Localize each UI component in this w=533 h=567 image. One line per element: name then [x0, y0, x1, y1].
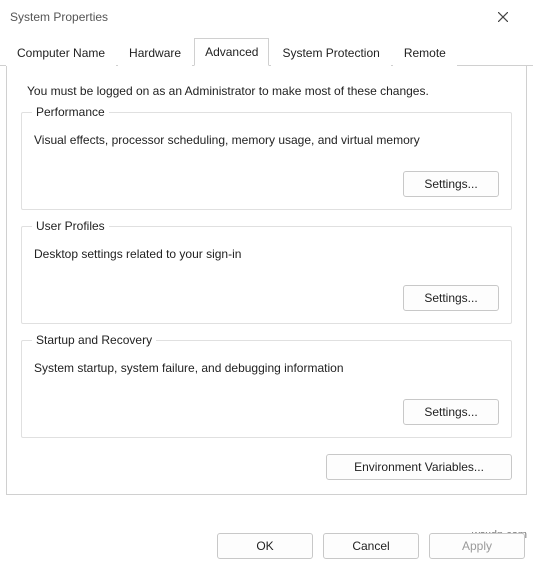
- tab-remote[interactable]: Remote: [393, 39, 457, 66]
- group-performance-desc: Visual effects, processor scheduling, me…: [34, 133, 499, 147]
- window-title: System Properties: [10, 10, 483, 24]
- tab-panel-advanced: You must be logged on as an Administrato…: [6, 66, 527, 495]
- group-startup-recovery: Startup and Recovery System startup, sys…: [21, 340, 512, 438]
- close-icon: [498, 12, 508, 22]
- tabstrip: Computer Name Hardware Advanced System P…: [0, 34, 533, 66]
- cancel-button[interactable]: Cancel: [323, 533, 419, 559]
- user-profiles-settings-button[interactable]: Settings...: [403, 285, 499, 311]
- apply-button[interactable]: Apply: [429, 533, 525, 559]
- tab-computer-name[interactable]: Computer Name: [6, 39, 116, 66]
- intro-text: You must be logged on as an Administrato…: [27, 84, 512, 98]
- tab-hardware[interactable]: Hardware: [118, 39, 192, 66]
- titlebar: System Properties: [0, 0, 533, 34]
- group-performance: Performance Visual effects, processor sc…: [21, 112, 512, 210]
- ok-button[interactable]: OK: [217, 533, 313, 559]
- group-user-profiles-legend: User Profiles: [32, 219, 109, 233]
- tab-advanced[interactable]: Advanced: [194, 38, 269, 66]
- group-user-profiles-desc: Desktop settings related to your sign-in: [34, 247, 499, 261]
- tab-system-protection[interactable]: System Protection: [271, 39, 390, 66]
- group-startup-recovery-legend: Startup and Recovery: [32, 333, 156, 347]
- startup-recovery-settings-button[interactable]: Settings...: [403, 399, 499, 425]
- performance-settings-button[interactable]: Settings...: [403, 171, 499, 197]
- environment-variables-button[interactable]: Environment Variables...: [326, 454, 512, 480]
- group-startup-recovery-desc: System startup, system failure, and debu…: [34, 361, 499, 375]
- dialog-footer: OK Cancel Apply: [217, 533, 525, 559]
- group-performance-legend: Performance: [32, 105, 109, 119]
- group-user-profiles: User Profiles Desktop settings related t…: [21, 226, 512, 324]
- close-button[interactable]: [483, 2, 523, 32]
